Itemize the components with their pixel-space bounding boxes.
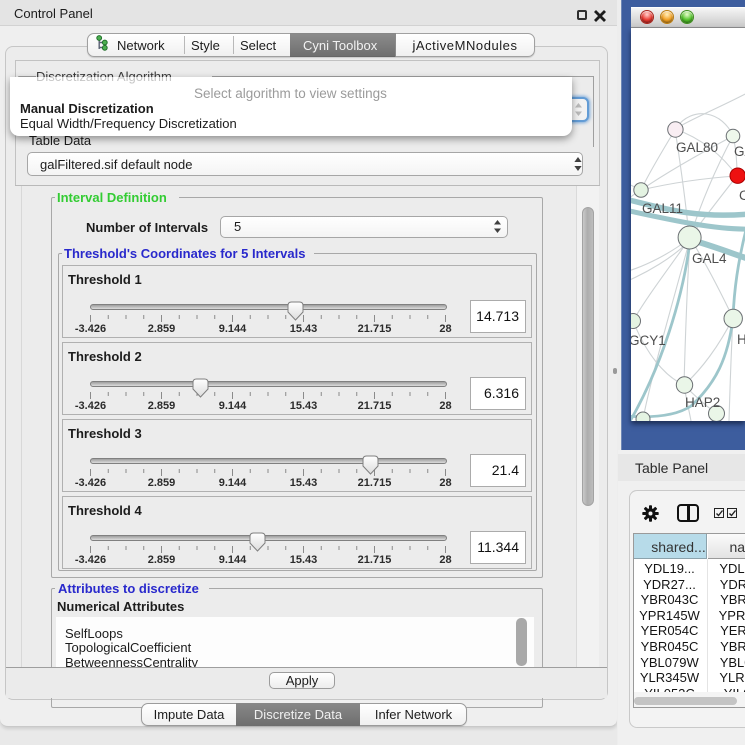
- svg-text:GCY1: GCY1: [631, 333, 666, 348]
- svg-text:GAL4: GAL4: [692, 251, 727, 266]
- svg-text:H: H: [737, 332, 745, 347]
- svg-text:GAL80: GAL80: [676, 140, 718, 155]
- svg-text:GA: GA: [734, 144, 745, 159]
- svg-text:HAP2: HAP2: [685, 395, 720, 410]
- svg-text:C: C: [739, 188, 745, 203]
- svg-text:GAL11: GAL11: [642, 201, 683, 216]
